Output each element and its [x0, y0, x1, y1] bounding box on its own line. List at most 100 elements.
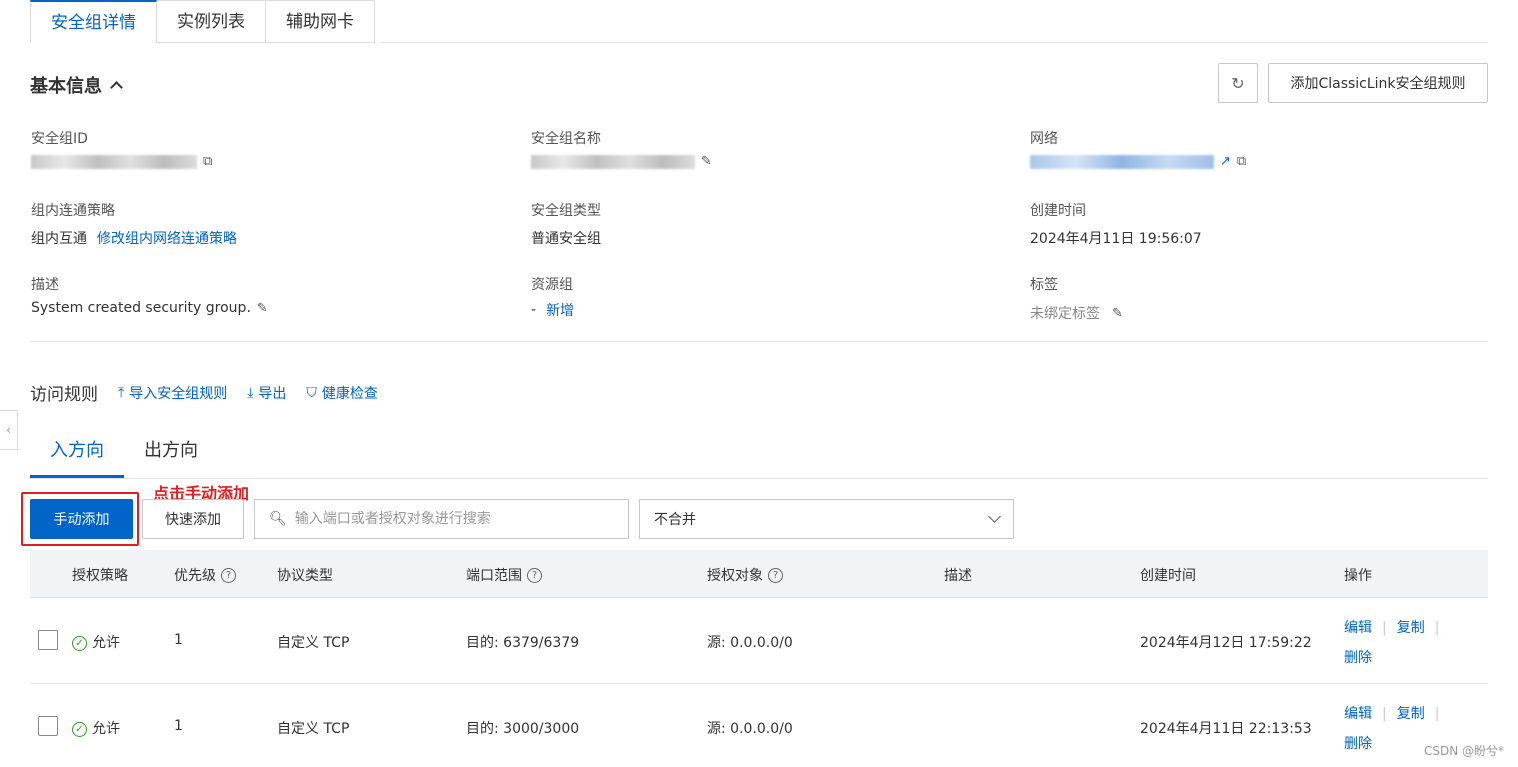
col-protocol-label: 协议类型: [277, 568, 333, 584]
redacted-sg-id: [31, 154, 197, 169]
tags-label: 标签: [1030, 277, 1058, 293]
import-rules-link[interactable]: ⤒ 导入安全组规则: [118, 383, 227, 403]
download-icon: ⤓: [247, 384, 254, 401]
export-link[interactable]: ⤓ 导出: [247, 383, 286, 403]
external-link-icon[interactable]: ↗: [1220, 154, 1231, 169]
table-row: ✓ 允许 1 自定义 TCP 目的: 6379/6379 源: 0.0.0.0/0…: [30, 598, 1488, 684]
sidebar-collapse-handle[interactable]: ‹: [0, 410, 18, 450]
quick-add-button[interactable]: 快速添加: [142, 499, 244, 539]
help-icon[interactable]: ?: [768, 567, 783, 583]
target-cell: 源: 0.0.0.0/0: [707, 635, 793, 651]
created-value: 2024年4月11日 19:56:07: [1030, 231, 1202, 247]
refresh-button[interactable]: ↻: [1218, 63, 1258, 103]
sg-name-label: 安全组名称: [531, 131, 601, 147]
target-cell: 源: 0.0.0.0/0: [707, 721, 793, 737]
redacted-vpc-link[interactable]: [1030, 154, 1214, 169]
top-tab-bar: 安全组详情 实例列表 辅助网卡: [30, 0, 375, 43]
table-row: ✓ 允许 1 自定义 TCP 目的: 3000/3000 源: 0.0.0.0/0…: [30, 684, 1488, 767]
policy-text: 允许: [92, 635, 120, 651]
protocol-cell: 自定义 TCP: [277, 721, 350, 737]
delete-rule-link[interactable]: 删除: [1344, 736, 1372, 752]
sg-id-value: ⧉: [31, 154, 212, 169]
col-policy-label: 授权策略: [72, 568, 128, 584]
tab-divider: [380, 42, 1488, 43]
copy-icon[interactable]: ⧉: [203, 154, 212, 169]
col-target: 授权对象?: [707, 565, 783, 585]
ops-cell: 编辑 | 复制 |: [1344, 703, 1449, 723]
priority-cell: 1: [174, 632, 183, 648]
search-input[interactable]: [294, 511, 615, 527]
network-label: 网络: [1030, 131, 1058, 147]
copy-rule-link[interactable]: 复制: [1397, 706, 1425, 722]
ops-cell: 编辑 | 复制 |: [1344, 617, 1449, 637]
search-box: 🔍︎: [254, 499, 629, 539]
port-cell: 目的: 6379/6379: [466, 635, 580, 651]
created-label: 创建时间: [1030, 203, 1086, 219]
col-port-label: 端口范围: [466, 568, 522, 584]
edit-icon[interactable]: ✎: [1112, 306, 1123, 321]
check-circle-icon: ✓: [72, 635, 87, 651]
port-cell: 目的: 3000/3000: [466, 721, 580, 737]
add-classiclink-button[interactable]: 添加ClassicLink安全组规则: [1268, 63, 1488, 103]
row-checkbox[interactable]: [38, 716, 58, 736]
tab-inbound[interactable]: 入方向: [30, 432, 124, 478]
created-cell: 2024年4月12日 17:59:22: [1140, 635, 1312, 651]
delete-rule-link[interactable]: 删除: [1344, 650, 1372, 666]
copy-rule-link[interactable]: 复制: [1397, 620, 1425, 636]
redacted-sg-name: [531, 154, 695, 169]
table-header: 授权策略 优先级? 协议类型 端口范围? 授权对象? 描述 创建时间 操作: [30, 550, 1488, 598]
sg-name-value: ✎: [531, 154, 712, 169]
policy-label: 组内连通策略: [31, 203, 115, 219]
col-priority: 优先级?: [174, 565, 236, 585]
tab-sg-details[interactable]: 安全组详情: [30, 0, 157, 43]
row-checkbox[interactable]: [38, 630, 58, 650]
help-icon[interactable]: ?: [221, 567, 236, 583]
edit-icon[interactable]: ✎: [701, 154, 712, 169]
add-rg-link[interactable]: 新增: [546, 300, 574, 320]
tab-outbound[interactable]: 出方向: [124, 432, 218, 478]
policy-cell: ✓ 允许: [72, 632, 120, 652]
sg-type-label: 安全组类型: [531, 203, 601, 219]
basic-info-toggle[interactable]: 基本信息: [30, 72, 123, 98]
health-check-label: 健康检查: [321, 385, 378, 402]
separator: |: [1434, 620, 1440, 636]
policy-text: 允许: [92, 721, 120, 737]
edit-rule-link[interactable]: 编辑: [1344, 706, 1372, 722]
direction-tabs-divider: [30, 478, 1488, 479]
chevron-left-icon: ‹: [6, 423, 11, 437]
created-cell: 2024年4月11日 22:13:53: [1140, 721, 1312, 737]
col-created-label: 创建时间: [1140, 568, 1196, 584]
section-divider: [30, 341, 1488, 342]
col-port: 端口范围?: [466, 565, 542, 585]
manual-add-button[interactable]: 手动添加: [30, 499, 133, 539]
help-icon[interactable]: ?: [527, 567, 542, 583]
rg-label: 资源组: [531, 277, 573, 293]
col-desc: 描述: [944, 565, 972, 585]
tags-value: 未绑定标签 ✎: [1030, 303, 1123, 323]
export-label: 导出: [258, 385, 287, 402]
search-icon: 🔍︎: [269, 511, 287, 527]
separator: |: [1434, 706, 1440, 722]
ops-cell-delete: 删除: [1344, 647, 1372, 667]
rg-text: -: [531, 302, 537, 318]
desc-label: 描述: [31, 277, 59, 293]
policy-cell: ✓ 允许: [72, 718, 120, 738]
tab-instance-list[interactable]: 实例列表: [157, 0, 266, 43]
direction-tabs: 入方向 出方向: [30, 432, 218, 478]
rules-title: 访问规则: [30, 385, 98, 405]
copy-icon[interactable]: ⧉: [1237, 154, 1246, 169]
shield-check-icon: ⛉: [306, 384, 317, 401]
upload-icon: ⤒: [118, 384, 125, 401]
edit-rule-link[interactable]: 编辑: [1344, 620, 1372, 636]
col-ops-label: 操作: [1344, 568, 1372, 584]
import-rules-label: 导入安全组规则: [129, 385, 228, 402]
check-circle-icon: ✓: [72, 721, 87, 737]
modify-policy-link[interactable]: 修改组内网络连通策略: [97, 228, 237, 248]
merge-select[interactable]: 不合并: [639, 499, 1014, 539]
protocol-cell: 自定义 TCP: [277, 635, 350, 651]
health-check-link[interactable]: ⛉ 健康检查: [306, 383, 378, 403]
edit-icon[interactable]: ✎: [257, 301, 268, 316]
tab-secondary-eni[interactable]: 辅助网卡: [266, 0, 375, 43]
separator: |: [1382, 706, 1387, 722]
network-value: ↗ ⧉: [1030, 154, 1246, 169]
